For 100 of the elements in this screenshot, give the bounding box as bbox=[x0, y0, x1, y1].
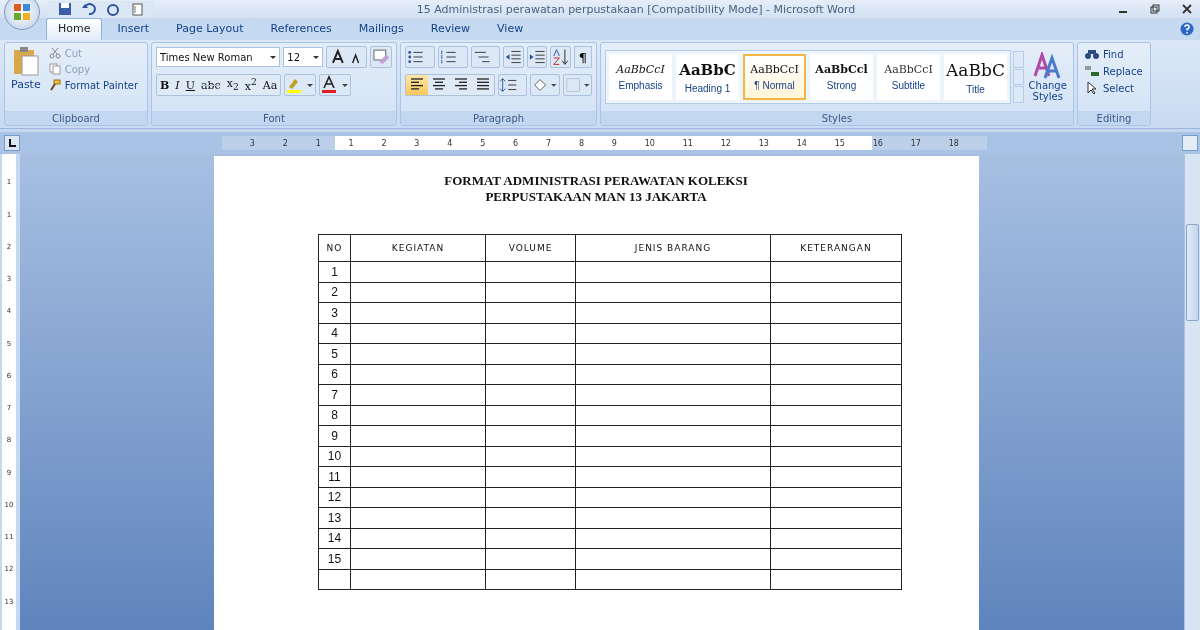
group-label: Editing bbox=[1096, 112, 1132, 124]
font-size-field[interactable]: 12 bbox=[283, 47, 323, 67]
style-option[interactable]: AaBbC Heading 1 bbox=[676, 54, 739, 100]
document-heading: PERPUSTAKAAN MAN 13 JAKARTA bbox=[485, 189, 707, 205]
format-button[interactable]: x$_{2}$ bbox=[223, 75, 242, 95]
ribbon-tab[interactable]: Review bbox=[418, 18, 483, 40]
editing-button[interactable]: Replace bbox=[1082, 63, 1146, 79]
table-cell: 5 bbox=[318, 343, 351, 364]
style-option[interactable]: AaBbCcI ¶ Normal bbox=[743, 54, 806, 100]
ruler-number: 2 bbox=[282, 138, 288, 148]
ruler-number: 12 bbox=[720, 138, 731, 148]
ruler-number: 13 bbox=[758, 138, 769, 148]
document-heading: FORMAT ADMINISTRASI PERAWATAN KOLEKSI bbox=[444, 173, 748, 189]
ruler-number: 3 bbox=[249, 138, 255, 148]
numbering-icon[interactable] bbox=[437, 46, 468, 68]
ribbon-tab[interactable]: Insert bbox=[105, 18, 162, 40]
column-header: NO bbox=[318, 234, 351, 262]
format-button[interactable]: B bbox=[157, 75, 173, 95]
align-justify-icon bbox=[475, 76, 491, 91]
replace-icon bbox=[1084, 65, 1100, 77]
clipboard-icon bbox=[12, 46, 39, 76]
format-button[interactable]: U bbox=[182, 75, 198, 95]
table-cell: 9 bbox=[318, 425, 351, 446]
table-cell: 1 bbox=[318, 261, 351, 282]
ruler-number: 10 bbox=[644, 138, 655, 148]
table-cell: 10 bbox=[318, 446, 351, 467]
align-left-icon bbox=[409, 76, 425, 91]
align-right-icon bbox=[453, 76, 469, 91]
ruler-number: 11 bbox=[682, 138, 693, 148]
font-name-field[interactable]: Times New Roman bbox=[156, 47, 281, 67]
copy-icon bbox=[48, 63, 61, 75]
ruler-number: 2 bbox=[381, 138, 387, 148]
sort-icon[interactable] bbox=[550, 46, 571, 68]
office-logo-icon bbox=[12, 2, 32, 22]
editing-button[interactable]: Select bbox=[1082, 80, 1146, 96]
table-cell: 11 bbox=[318, 466, 351, 487]
shading-icon[interactable] bbox=[530, 74, 560, 96]
line-spacing-icon[interactable] bbox=[498, 74, 528, 96]
ribbon-tab[interactable]: View bbox=[485, 18, 536, 40]
change-styles-button[interactable]: Change Styles bbox=[1026, 52, 1069, 102]
letters-icon bbox=[1032, 52, 1063, 80]
column-header: KETERANGAN bbox=[770, 234, 902, 262]
table-cell: 7 bbox=[318, 384, 351, 405]
ruler-number: 18 bbox=[948, 138, 959, 148]
ruler-number: 8 bbox=[578, 138, 584, 148]
vertical-scrollbar[interactable] bbox=[1184, 154, 1200, 630]
ribbon-tab[interactable]: References bbox=[258, 18, 344, 40]
style-option[interactable]: AaBbCcI Emphasis bbox=[609, 54, 672, 100]
ruler-number: 3 bbox=[414, 138, 420, 148]
style-option[interactable]: AaBbCcl Strong bbox=[810, 54, 873, 100]
ruler-number: 9 bbox=[611, 138, 617, 148]
format-button[interactable]: Aa bbox=[259, 75, 281, 95]
undo-icon[interactable] bbox=[82, 2, 96, 16]
group-label: Clipboard bbox=[52, 112, 100, 124]
align-center-icon bbox=[431, 76, 447, 91]
paste-button[interactable]: Paste bbox=[9, 46, 43, 108]
tab-selector[interactable] bbox=[4, 135, 20, 151]
format-button[interactable]: I bbox=[172, 75, 183, 95]
clear-format-icon[interactable] bbox=[370, 46, 392, 68]
ruler-number: 7 bbox=[545, 138, 552, 148]
table-cell: 3 bbox=[318, 302, 351, 323]
table-cell: 4 bbox=[318, 323, 351, 344]
editing-button[interactable]: Find bbox=[1082, 46, 1146, 62]
help-icon[interactable] bbox=[1180, 22, 1194, 36]
ruler-number: 14 bbox=[796, 138, 807, 148]
scissors-icon bbox=[48, 47, 61, 59]
ribbon-tab[interactable]: Home bbox=[46, 18, 103, 40]
increase-indent-icon[interactable] bbox=[526, 46, 548, 68]
column-header: KEGIATAN bbox=[350, 234, 486, 262]
ruler-number: 16 bbox=[872, 138, 883, 148]
style-option[interactable]: AaBbCcI Subtitle bbox=[877, 54, 940, 100]
ribbon-tab[interactable]: Page Layout bbox=[164, 18, 256, 40]
grow-font-icon[interactable] bbox=[325, 46, 368, 68]
font-color-icon[interactable] bbox=[319, 74, 352, 96]
style-option[interactable]: AaBbC Title bbox=[944, 54, 1007, 100]
format-button[interactable]: x$^{2}$ bbox=[241, 75, 260, 95]
ruler-number: 5 bbox=[480, 138, 486, 148]
decrease-indent-icon[interactable] bbox=[503, 46, 524, 68]
close-icon[interactable] bbox=[1182, 4, 1192, 14]
ribbon-tab[interactable]: Mailings bbox=[346, 18, 416, 40]
save-icon[interactable] bbox=[58, 2, 72, 16]
clipboard-button[interactable]: Format Painter bbox=[46, 78, 141, 92]
table-cell: 15 bbox=[318, 548, 351, 569]
restore-icon[interactable] bbox=[1150, 4, 1160, 14]
column-header: VOLUME bbox=[485, 234, 576, 262]
group-label: Font bbox=[263, 112, 285, 124]
table-cell: 8 bbox=[318, 405, 351, 426]
table-cell: 6 bbox=[318, 364, 351, 385]
ruler-number: 4 bbox=[447, 138, 453, 148]
window-title: 15 Administrasi perawatan perpustakaan [Compatibility Mode] - Microsoft Word bbox=[415, 2, 857, 16]
ruler-number: 1 bbox=[315, 138, 321, 148]
office-button[interactable] bbox=[4, 0, 40, 30]
brush-icon bbox=[48, 79, 61, 91]
multilevel-list-icon[interactable] bbox=[470, 46, 501, 68]
show-marks-button[interactable]: ¶ bbox=[573, 46, 593, 68]
tab-stop-icon bbox=[7, 138, 17, 148]
align-button[interactable] bbox=[406, 75, 428, 95]
bullets-icon[interactable] bbox=[405, 46, 435, 68]
column-header: JENIS BARANG bbox=[575, 234, 771, 262]
group-label: Paragraph bbox=[472, 112, 525, 124]
